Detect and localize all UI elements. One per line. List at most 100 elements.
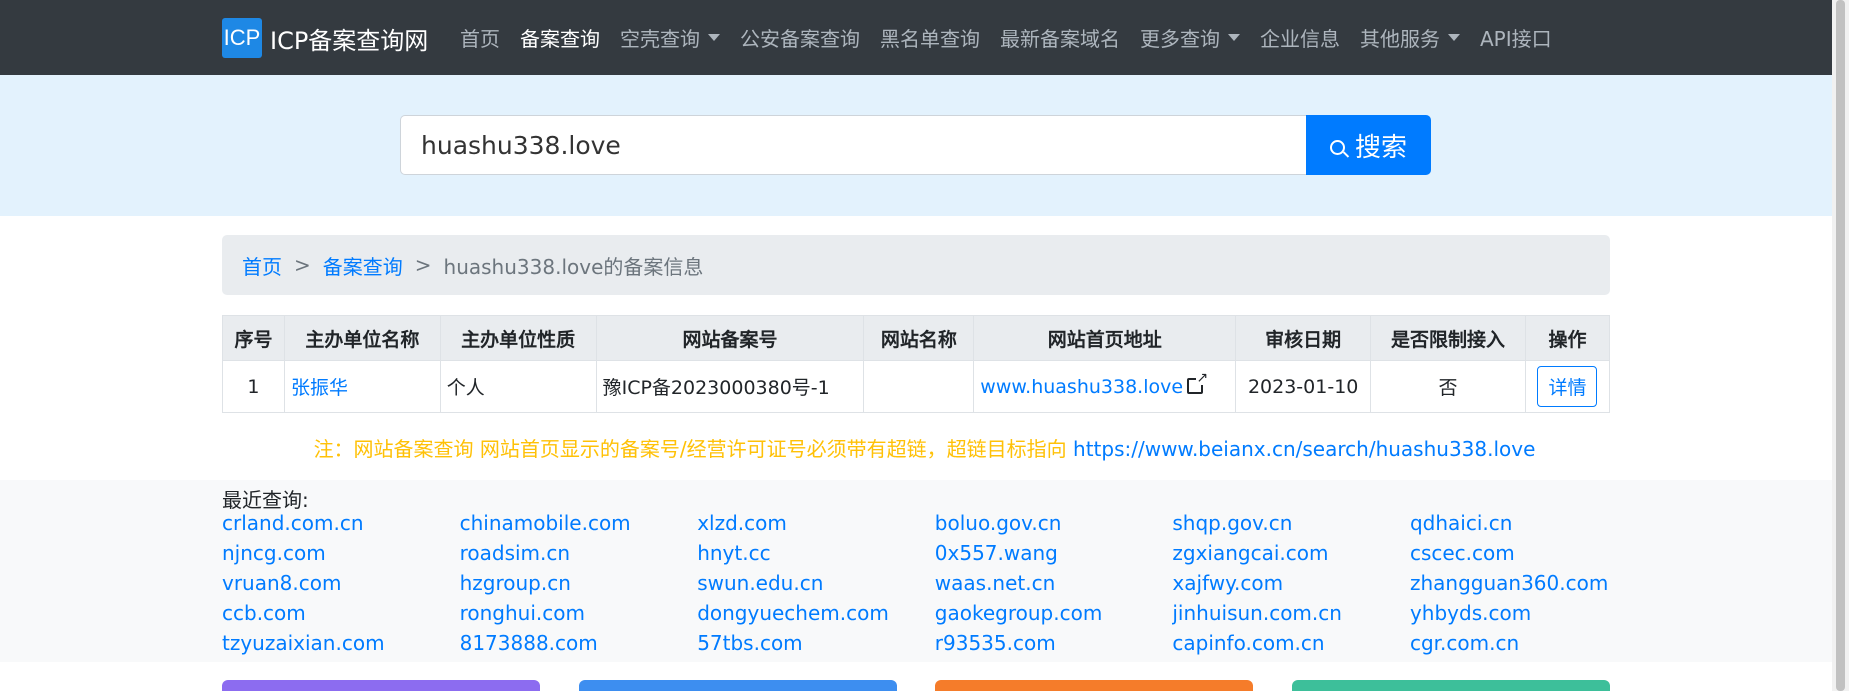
page-scrollbar[interactable] — [1832, 0, 1849, 691]
nav-item-label: 空壳查询 — [620, 27, 700, 51]
caret-down-icon — [708, 34, 720, 41]
th-restricted: 是否限制接入 — [1370, 315, 1526, 361]
nav-item-label: 企业信息 — [1260, 27, 1340, 51]
recent-query-link[interactable]: hzgroup.cn — [460, 571, 698, 601]
th-org-name: 主办单位名称 — [283, 315, 441, 361]
recent-query-link[interactable]: waas.net.cn — [935, 571, 1173, 601]
brand-name: ICP备案查询网 — [270, 26, 429, 55]
th-icp-no: 网站备案号 — [595, 315, 865, 361]
search-input[interactable] — [400, 115, 1306, 175]
breadcrumb-separator: > — [294, 253, 311, 277]
feature-card[interactable] — [1292, 680, 1610, 691]
nav-item-label: 首页 — [460, 27, 500, 51]
nav-item-7[interactable]: 企业信息 — [1260, 23, 1340, 52]
recent-query-link[interactable]: dongyuechem.com — [697, 601, 935, 631]
recent-query-link[interactable]: jinhuisun.com.cn — [1172, 601, 1410, 631]
external-link-icon[interactable] — [1187, 370, 1209, 394]
cell-org-type: 个人 — [439, 360, 597, 413]
breadcrumb: 首页 > 备案查询 > huashu338.love的备案信息 — [222, 235, 1610, 295]
recent-query-link[interactable]: njncg.com — [222, 541, 460, 571]
recent-query-link[interactable]: 0x557.wang — [935, 541, 1173, 571]
nav-item-label: 公安备案查询 — [740, 27, 860, 51]
recent-query-link[interactable]: chinamobile.com — [460, 511, 698, 541]
breadcrumb-separator: > — [414, 253, 432, 277]
recent-query-link[interactable]: cscec.com — [1410, 541, 1648, 571]
recent-query-link[interactable]: r93535.com — [935, 631, 1173, 661]
th-action: 操作 — [1524, 315, 1611, 361]
cell-action: 详情 — [1524, 360, 1611, 413]
recent-query-link[interactable]: yhbyds.com — [1410, 601, 1648, 631]
note-link[interactable]: https://www.beianx.cn/search/huashu338.l… — [1073, 437, 1535, 461]
brand[interactable]: ICP ICP备案查询网 — [222, 18, 428, 58]
nav-item-9[interactable]: API接口 — [1480, 23, 1552, 52]
cell-index: 1 — [222, 360, 285, 413]
recent-query-link[interactable]: zgxiangcai.com — [1172, 541, 1410, 571]
recent-queries-grid: crland.com.cn chinamobile.com xlzd.com bolu… — [222, 511, 1642, 661]
icp-logo-icon: ICP — [222, 18, 262, 58]
recent-query-link[interactable]: xlzd.com — [697, 511, 935, 541]
recent-query-link[interactable]: zhangguan360.com — [1410, 571, 1648, 601]
th-site-url: 网站首页地址 — [973, 315, 1237, 361]
nav-item-2[interactable]: 空壳查询 — [620, 23, 720, 52]
recent-query-link[interactable]: ronghui.com — [460, 601, 698, 631]
recent-query-link[interactable]: 57tbs.com — [697, 631, 935, 661]
detail-button[interactable]: 详情 — [1537, 366, 1598, 407]
hyperlink-note: 注：网站备案查询 网站首页显示的备案号/经营许可证号必须带有超链，超链目标指向 … — [0, 433, 1849, 462]
th-date: 审核日期 — [1235, 315, 1372, 361]
cell-icp-no: 豫ICP备2023000380号-1 — [595, 360, 865, 413]
org-name-link[interactable]: 张振华 — [291, 377, 348, 399]
feature-card[interactable] — [935, 680, 1253, 691]
nav-item-5[interactable]: 最新备案域名 — [1000, 23, 1120, 52]
feature-card[interactable] — [579, 680, 897, 691]
nav-item-1[interactable]: 备案查询 — [520, 23, 600, 52]
recent-query-link[interactable]: cgr.com.cn — [1410, 631, 1648, 661]
main-nav: 首页 备案查询 空壳查询 公安备案查询 黑名单查询 最新备案域名 更多查询 企业信息 其他服务 A… — [460, 0, 1572, 75]
caret-down-icon — [1228, 34, 1240, 41]
recent-query-link[interactable]: shqp.gov.cn — [1172, 511, 1410, 541]
cell-site-url: www.huashu338.love — [973, 360, 1237, 413]
recent-query-link[interactable]: xajfwy.com — [1172, 571, 1410, 601]
recent-query-link[interactable]: capinfo.com.cn — [1172, 631, 1410, 661]
recent-query-link[interactable]: vruan8.com — [222, 571, 460, 601]
search-icon — [1329, 139, 1345, 155]
nav-item-4[interactable]: 黑名单查询 — [880, 23, 980, 52]
feature-card[interactable] — [222, 680, 540, 691]
recent-query-link[interactable]: tzyuzaixian.com — [222, 631, 460, 661]
recent-query-link[interactable]: boluo.gov.cn — [935, 511, 1173, 541]
recent-query-link[interactable]: hnyt.cc — [697, 541, 935, 571]
breadcrumb-home[interactable]: 首页 — [242, 251, 282, 280]
table-header-row: 序号 主办单位名称 主办单位性质 网站备案号 网站名称 网站首页地址 审核日期 … — [222, 315, 1611, 361]
th-index: 序号 — [222, 315, 285, 361]
nav-item-6[interactable]: 更多查询 — [1140, 23, 1240, 52]
breadcrumb-section[interactable]: 备案查询 — [323, 251, 403, 280]
nav-item-3[interactable]: 公安备案查询 — [740, 23, 860, 52]
search-button[interactable]: 搜索 — [1306, 115, 1431, 175]
breadcrumb-current: huashu338.love的备案信息 — [443, 254, 704, 279]
recent-query-link[interactable]: gaokegroup.com — [935, 601, 1173, 631]
recent-queries-title: 最近查询: — [222, 488, 309, 512]
recent-query-link[interactable]: swun.edu.cn — [697, 571, 935, 601]
recent-query-link[interactable]: 8173888.com — [460, 631, 698, 661]
note-text: 注：网站备案查询 网站首页显示的备案号/经营许可证号必须带有超链，超链目标指向 — [313, 437, 1074, 461]
site-url-link[interactable]: www.huashu338.love — [980, 376, 1183, 398]
nav-item-label: 更多查询 — [1140, 27, 1220, 51]
cell-restricted: 否 — [1370, 360, 1526, 413]
table-row: 1 张振华 个人 豫ICP备2023000380号-1 www.huashu33… — [222, 360, 1611, 413]
recent-query-link[interactable]: ccb.com — [222, 601, 460, 631]
nav-item-0[interactable]: 首页 — [460, 23, 500, 52]
recent-query-link[interactable]: qdhaici.cn — [1410, 511, 1648, 541]
top-navbar: ICP ICP备案查询网 首页 备案查询 空壳查询 公安备案查询 黑名单查询 最新备案域名… — [0, 0, 1849, 75]
scrollbar-thumb[interactable] — [1836, 0, 1845, 691]
search-button-label: 搜索 — [1354, 132, 1407, 163]
caret-down-icon — [1448, 34, 1460, 41]
recent-query-link[interactable]: crland.com.cn — [222, 511, 460, 541]
recent-query-link[interactable]: roadsim.cn — [460, 541, 698, 571]
nav-item-label: 最新备案域名 — [1000, 27, 1120, 51]
th-site-name: 网站名称 — [863, 315, 975, 361]
nav-item-8[interactable]: 其他服务 — [1360, 23, 1460, 52]
cell-org-name: 张振华 — [283, 360, 441, 413]
cell-site-name — [863, 360, 975, 413]
nav-item-label: API接口 — [1480, 27, 1552, 51]
icp-result-table: 序号 主办单位名称 主办单位性质 网站备案号 网站名称 网站首页地址 审核日期 … — [222, 315, 1611, 413]
th-org-type: 主办单位性质 — [439, 315, 597, 361]
